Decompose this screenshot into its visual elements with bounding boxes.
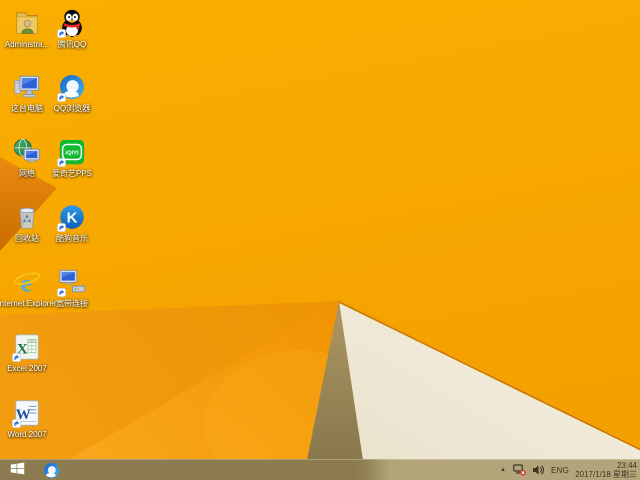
ie-icon: e — [12, 267, 42, 297]
shortcut-arrow-icon — [57, 288, 66, 297]
windows-desktop: Administra... 腾讯QQ 这台电脑 QQ浏览器 — [0, 0, 640, 480]
desktop-icon-label: 腾讯QQ — [42, 40, 102, 49]
shortcut-arrow-icon — [57, 93, 66, 102]
broadband-icon — [57, 267, 87, 297]
language-indicator[interactable]: ENG — [551, 466, 569, 475]
shortcut-arrow-icon — [57, 29, 66, 38]
iqiyi-icon: iQIYI — [57, 137, 87, 167]
desktop-icon-iqiyi-pps[interactable]: iQIYI 爱奇艺PPS — [45, 137, 99, 178]
network-disconnected-icon[interactable] — [513, 460, 526, 480]
taskbar-qq-browser-button[interactable] — [36, 460, 66, 480]
desktop-icon-tencent-qq[interactable]: 腾讯QQ — [45, 8, 99, 49]
shortcut-arrow-icon — [12, 353, 21, 362]
computer-icon — [12, 72, 42, 102]
svg-text:iQIYI: iQIYI — [65, 150, 79, 156]
qq-browser-icon — [42, 461, 61, 480]
network-globe-icon — [12, 137, 42, 167]
windows-logo-icon — [10, 461, 25, 479]
desktop-icon-label: 爱奇艺PPS — [42, 169, 102, 178]
desktop-icon-broadband-connection[interactable]: 宽带连接 — [45, 267, 99, 308]
clock[interactable]: 23:44 2017/1/18 星期三 — [575, 461, 637, 479]
clock-date: 2017/1/18 星期三 — [575, 470, 637, 479]
desktop-icon-label: QQ浏览器 — [42, 104, 102, 113]
desktop-icon-kugou-music[interactable]: K 酷狗音乐 — [45, 202, 99, 243]
qq-penguin-icon — [57, 8, 87, 38]
qq-browser-icon — [57, 72, 87, 102]
shortcut-arrow-icon — [12, 419, 21, 428]
svg-text:K: K — [67, 210, 78, 227]
recycle-bin-icon — [12, 202, 42, 232]
kugou-icon: K — [57, 202, 87, 232]
clock-time: 23:44 — [575, 461, 637, 470]
shortcut-arrow-icon — [57, 223, 66, 232]
volume-icon[interactable] — [532, 460, 545, 480]
desktop-icon-excel-2007[interactable]: X Excel 2007 — [0, 332, 54, 373]
desktop-icon-qq-browser[interactable]: QQ浏览器 — [45, 72, 99, 113]
taskbar: ▲ ENG 23:44 2017/1/18 星期三 — [0, 459, 640, 480]
word-icon: W — [12, 398, 42, 428]
start-button[interactable] — [2, 460, 32, 480]
desktop-icon-word-2007[interactable]: W Word 2007 — [0, 398, 54, 439]
show-hidden-icons-button[interactable]: ▲ — [499, 460, 507, 480]
shortcut-arrow-icon — [57, 158, 66, 167]
excel-icon: X — [12, 332, 42, 362]
desktop-icon-label: Excel 2007 — [0, 364, 57, 373]
desktop-icon-label: Word 2007 — [0, 430, 57, 439]
desktop-icon-label: 宽带连接 — [42, 299, 102, 308]
desktop-icon-label: 酷狗音乐 — [42, 234, 102, 243]
user-folder-icon — [12, 8, 42, 38]
system-tray: ▲ ENG 23:44 2017/1/18 星期三 — [499, 460, 637, 480]
